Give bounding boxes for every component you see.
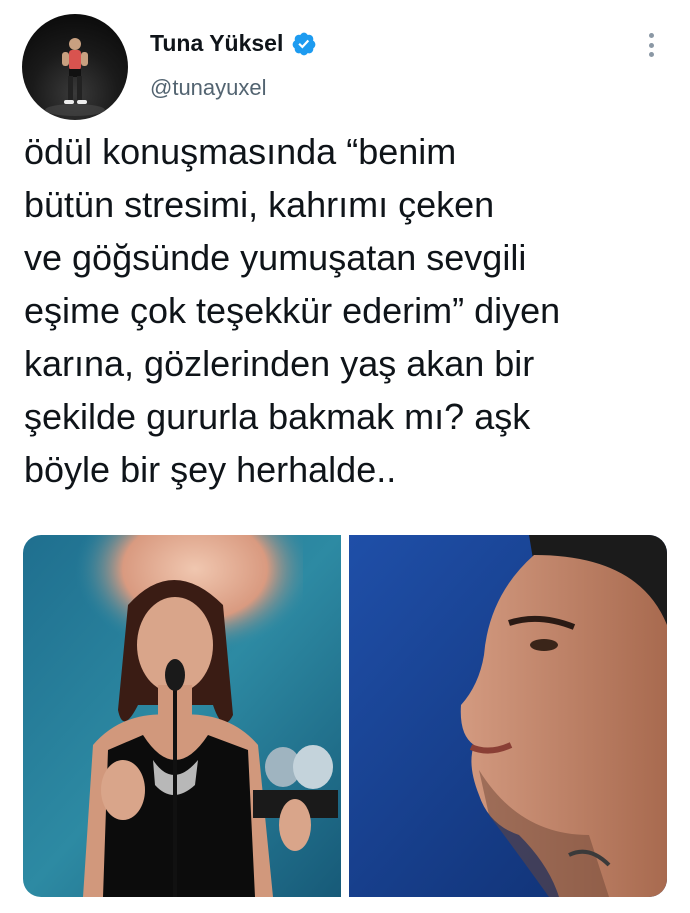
- photo-man-profile-closeup: [349, 535, 667, 897]
- media-photo-1[interactable]: [23, 535, 341, 897]
- tweet-text-line: böyle bir şey herhalde..: [24, 449, 397, 490]
- author-name-row: Tuna Yüksel: [150, 30, 317, 57]
- author-avatar[interactable]: [22, 14, 128, 120]
- tweet-text: ödül konuşmasında “benim bütün stresimi,…: [24, 125, 674, 496]
- tweet-text-line: bütün stresimi, kahrımı çeken: [24, 184, 495, 225]
- media-photo-2[interactable]: [349, 535, 667, 897]
- author-display-name[interactable]: Tuna Yüksel: [150, 30, 283, 57]
- photo-woman-on-stage-with-award: [23, 535, 341, 897]
- tweet-text-line: ödül konuşmasında “benim: [24, 131, 457, 172]
- avatar-person-figure: [45, 38, 105, 116]
- more-dot-icon: [648, 52, 654, 57]
- tweet-text-line: şekilde gururla bakmak mı? aşk: [24, 396, 531, 437]
- author-handle[interactable]: @tunayuxel: [150, 75, 267, 101]
- tweet-text-line: karına, gözlerinden yaş akan bir: [24, 343, 535, 384]
- tweet-text-line: ve göğsünde yumuşatan sevgili: [24, 237, 527, 278]
- tweet-media-grid: [23, 535, 667, 897]
- verified-badge-icon: [293, 32, 316, 55]
- tweet-text-line: eşime çok teşekkür ederim” diyen: [24, 290, 561, 331]
- more-dot-icon: [648, 33, 654, 38]
- more-dot-icon: [648, 42, 654, 48]
- more-options-button[interactable]: [640, 30, 662, 60]
